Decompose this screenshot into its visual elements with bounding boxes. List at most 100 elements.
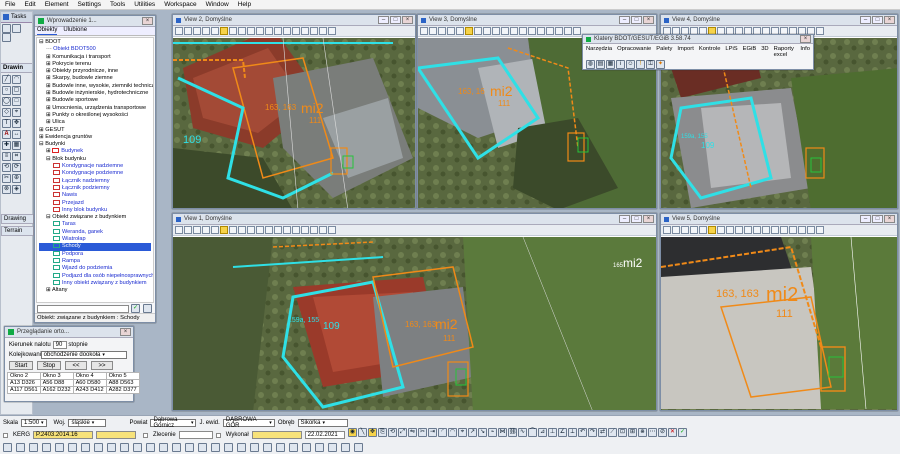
tree-item[interactable]: ⊞ Altany: [39, 287, 151, 294]
tree-item[interactable]: Schody: [39, 243, 151, 251]
view-tool-icon[interactable]: [735, 226, 743, 234]
view-tool-icon[interactable]: [681, 226, 689, 234]
view-tool-icon[interactable]: [573, 27, 581, 35]
globe-icon[interactable]: ◍: [586, 60, 595, 69]
zlecenie-input[interactable]: [178, 431, 213, 439]
tree-item[interactable]: ⊞ Umocnienia, urządzenia transportowe: [39, 105, 151, 112]
view-tool-icon[interactable]: [328, 27, 336, 35]
tool-icon[interactable]: ✕: [668, 428, 677, 437]
view-tool-icon[interactable]: [256, 226, 264, 234]
stop-button[interactable]: Stop: [37, 361, 61, 370]
break-icon[interactable]: ⌁: [488, 428, 497, 437]
map-canvas[interactable]: 163, 163 mi2 111 159a, 155 109 165 mi2: [173, 237, 656, 410]
browse-window-titlebar[interactable]: Przeglądanie orto... ×: [5, 327, 133, 338]
view-tool-icon[interactable]: [202, 226, 210, 234]
tool-icon[interactable]: ⟂: [568, 428, 577, 437]
view-tool-icon[interactable]: [798, 226, 806, 234]
menu-element[interactable]: Element: [45, 1, 69, 8]
grid-cell[interactable]: A282 D377: [105, 386, 140, 394]
date-input[interactable]: 22.02.2021: [304, 431, 345, 439]
grid-cell[interactable]: A243 D412: [72, 386, 107, 394]
tool-icon[interactable]: ∠: [558, 428, 567, 437]
tool-icon[interactable]: [328, 442, 337, 452]
wykonal-input[interactable]: [251, 431, 302, 439]
tree-item[interactable]: Wiatrołap: [39, 236, 151, 243]
view-tool-icon[interactable]: [238, 27, 246, 35]
tree-item[interactable]: --- Obiekt BDOT500: [39, 46, 151, 53]
jewid-select[interactable]: DĄBROWA GÓR: [222, 417, 275, 429]
tree-item[interactable]: ⊞ Pokrycie terenu: [39, 61, 151, 68]
tool-icon[interactable]: [211, 442, 220, 452]
minimize-icon[interactable]: –: [619, 16, 630, 24]
tool-icon[interactable]: ◈: [12, 184, 21, 194]
drawing2-panel-header[interactable]: Drawing: [1, 214, 34, 224]
view-tool-icon[interactable]: [265, 226, 273, 234]
tree-item[interactable]: Rampa: [39, 258, 151, 265]
tree-item[interactable]: ⊟ Obiekt związane z budynkiem: [39, 214, 151, 221]
view-tool-icon[interactable]: [310, 27, 318, 35]
curve-icon[interactable]: ∿: [518, 428, 527, 437]
view-tool-icon[interactable]: [816, 27, 824, 35]
view-tool-icon[interactable]: [193, 27, 201, 35]
woj-select[interactable]: śląskie: [68, 419, 107, 427]
tree-item[interactable]: ⊞ Budynek: [39, 148, 151, 155]
maximize-icon[interactable]: □: [872, 16, 883, 24]
view-tool-icon[interactable]: [283, 226, 291, 234]
circle-icon[interactable]: ○: [2, 85, 11, 95]
view-tool-icon[interactable]: [528, 27, 536, 35]
tree-item[interactable]: ⊞ Obiekty przyrodnicze, inne: [39, 68, 151, 75]
tool-icon[interactable]: [250, 442, 259, 452]
tool-icon[interactable]: [120, 442, 129, 452]
tree-item[interactable]: ⊞ GESUT: [39, 127, 151, 134]
view-tool-icon[interactable]: [220, 226, 228, 234]
snap-icon[interactable]: ◉: [348, 428, 357, 437]
scale-icon[interactable]: ⤢: [398, 428, 407, 437]
view-tool-icon[interactable]: [256, 27, 264, 35]
objects-window-titlebar[interactable]: Wprowadzenie 1... ×: [35, 16, 155, 27]
view-tool-icon[interactable]: [319, 226, 327, 234]
maximize-icon[interactable]: □: [390, 16, 401, 24]
tool-icon[interactable]: [159, 442, 168, 452]
tool-icon[interactable]: [55, 442, 64, 452]
objects-search-input[interactable]: [37, 304, 129, 313]
move-icon[interactable]: ✥: [368, 428, 377, 437]
view-tool-icon[interactable]: [546, 27, 554, 35]
tree-item[interactable]: Podjazd dla osób niepełnosprawnych: [39, 273, 153, 280]
star-icon[interactable]: ✦: [656, 60, 665, 69]
tool-icon[interactable]: [263, 442, 272, 452]
minimize-icon[interactable]: –: [860, 215, 871, 223]
view-tool-icon[interactable]: [726, 226, 734, 234]
view-tool-icon[interactable]: [193, 226, 201, 234]
tool-icon[interactable]: ✓: [678, 428, 687, 437]
tool-icon[interactable]: ⟳: [12, 162, 21, 172]
tool-icon[interactable]: [198, 442, 207, 452]
shape-icon[interactable]: ◇: [2, 107, 11, 117]
layers-icon[interactable]: ▤: [596, 60, 605, 69]
grid-cell[interactable]: A60 D580: [72, 379, 107, 387]
grid-cell[interactable]: A13 D326: [7, 379, 41, 387]
grid-cell[interactable]: A162 D232: [39, 386, 74, 394]
rotate-icon[interactable]: ⟲: [388, 428, 397, 437]
tool-icon[interactable]: ⋇: [638, 428, 647, 437]
lock-icon[interactable]: ⚿: [646, 60, 655, 69]
tool-icon[interactable]: ⊘: [658, 428, 667, 437]
menu-settings[interactable]: Settings: [78, 1, 102, 8]
drawing-panel-header[interactable]: Drawin: [1, 63, 32, 73]
view-tool-icon[interactable]: [247, 27, 255, 35]
tree-item[interactable]: ⊞ Ulica: [39, 119, 151, 126]
tree-item[interactable]: ⊞ Budowle inżynierskie, hydrotechniczne: [39, 90, 151, 97]
view-tool-icon[interactable]: [699, 226, 707, 234]
polygon-icon[interactable]: ▢: [12, 85, 21, 95]
bdot-menu-raporty[interactable]: Raporty excel: [774, 46, 796, 58]
tree-item[interactable]: ⊟ Blok budynku: [39, 156, 151, 163]
view-tool-icon[interactable]: [265, 27, 273, 35]
tool-icon[interactable]: ↶: [578, 428, 587, 437]
view-tool-icon[interactable]: [447, 27, 455, 35]
fillet-icon[interactable]: ◜: [438, 428, 447, 437]
tree-item[interactable]: Podpora: [39, 251, 151, 258]
menu-workspace[interactable]: Workspace: [164, 1, 196, 8]
kerg-input[interactable]: P.2403.2014.16: [33, 431, 94, 439]
tree-item[interactable]: ⊞ Budowle sportowe: [39, 97, 151, 104]
grid-cell[interactable]: A88 D563: [105, 379, 140, 387]
view-tool-icon[interactable]: [211, 27, 219, 35]
